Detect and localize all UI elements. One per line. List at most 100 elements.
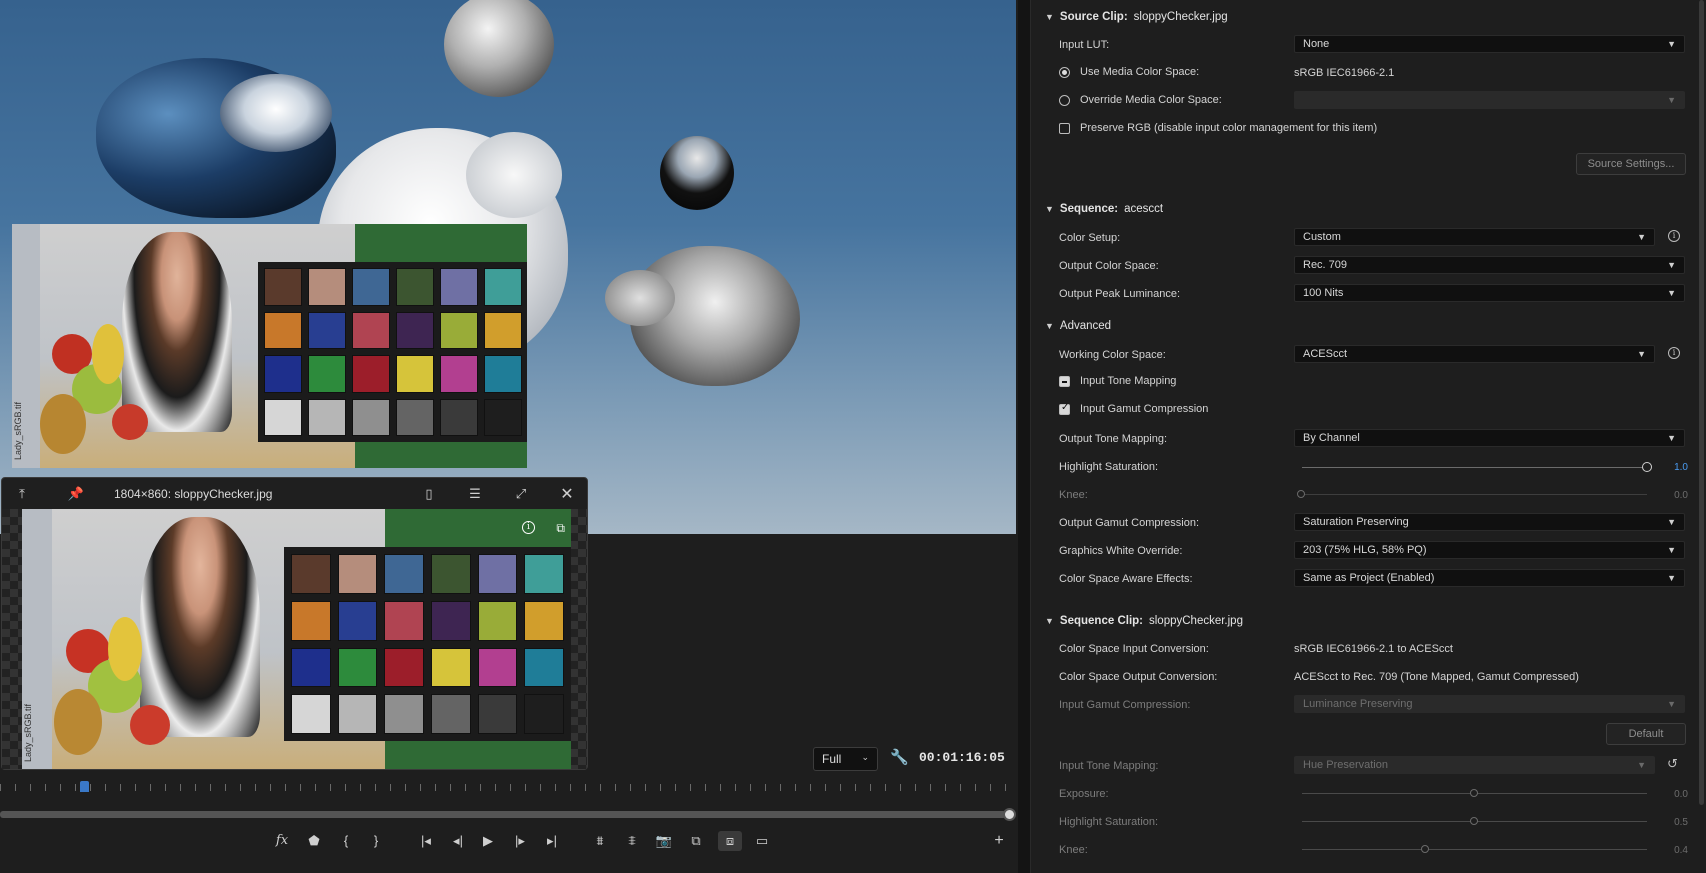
extract-icon[interactable]: ⩨ — [620, 831, 644, 851]
chevron-down-icon: ▼ — [1667, 517, 1676, 527]
highlight-saturation-knob[interactable] — [1642, 462, 1652, 472]
playhead-handle[interactable] — [80, 781, 89, 792]
add-marker-icon[interactable]: ⬟ — [302, 831, 326, 851]
color-swatch — [431, 600, 471, 641]
compare-icon[interactable]: ⧉ — [556, 521, 565, 536]
chevron-down-icon: ▼ — [1045, 616, 1054, 626]
highlight-saturation-slider[interactable] — [1302, 467, 1647, 468]
color-swatch — [524, 694, 564, 734]
output-conversion-value: ACEScct to Rec. 709 (Tone Mapped, Gamut … — [1294, 671, 1579, 683]
default-button[interactable]: Default — [1606, 723, 1686, 745]
highlight-saturation-label: Highlight Saturation: — [1059, 461, 1159, 473]
step-forward-icon[interactable]: |▸ — [508, 831, 532, 851]
section-advanced[interactable]: ▼ Advanced — [1045, 320, 1111, 332]
knee-clip-knob[interactable] — [1421, 845, 1430, 853]
chevron-down-icon: ▼ — [1045, 321, 1054, 331]
wrench-settings-icon[interactable]: 🔧 — [890, 748, 909, 766]
highlight-saturation-clip-label: Highlight Saturation: — [1059, 816, 1159, 828]
color-space-aware-effects-dropdown[interactable]: Same as Project (Enabled) ▼ — [1294, 569, 1685, 587]
zoom-level-select[interactable]: Full ⌄ — [813, 747, 878, 771]
export-frame-icon[interactable]: 📷 — [652, 831, 676, 851]
go-to-in-icon[interactable]: |◂ — [414, 831, 438, 851]
output-color-space-dropdown[interactable]: Rec. 709 ▼ — [1294, 256, 1685, 274]
color-swatch — [477, 647, 518, 688]
section-sequence-clip[interactable]: ▼ Sequence Clip: sloppyChecker.jpg — [1045, 615, 1243, 627]
zoom-scroll-bar[interactable] — [0, 811, 1006, 818]
input-tone-mapping-checkbox[interactable] — [1059, 376, 1070, 387]
mark-in-icon[interactable]: { — [334, 831, 358, 851]
floating-clip-window: ⤒ 📌 1804×860: sloppyChecker.jpg ▯ ☰ ⤢ ✕ … — [1, 477, 588, 770]
go-to-out-icon[interactable]: ▸| — [540, 831, 564, 851]
floating-window-titlebar[interactable]: ⤒ 📌 1804×860: sloppyChecker.jpg ▯ ☰ ⤢ ✕ — [2, 478, 587, 509]
close-icon[interactable]: ✕ — [557, 484, 577, 504]
panel-scrollbar[interactable] — [1699, 0, 1704, 805]
safe-margins-icon[interactable]: ▭ — [750, 831, 774, 851]
input-gamut-compression-clip-dropdown[interactable]: Luminance Preserving ▼ — [1294, 695, 1685, 713]
graphics-white-override-dropdown[interactable]: 203 (75% HLG, 58% PQ) ▼ — [1294, 541, 1685, 559]
output-gamut-compression-dropdown[interactable]: Saturation Preserving ▼ — [1294, 513, 1685, 531]
list-settings-icon[interactable]: ☰ — [465, 484, 485, 504]
clip-color-checker-chart — [284, 547, 571, 741]
color-swatch — [477, 554, 518, 594]
zoom-scroll-handle[interactable] — [1003, 808, 1016, 821]
section-source-clip[interactable]: ▼ Source Clip: sloppyChecker.jpg — [1045, 11, 1228, 23]
output-tone-mapping-dropdown[interactable]: By Channel ▼ — [1294, 429, 1685, 447]
knee-clip-slider[interactable] — [1302, 849, 1647, 850]
background-photo-clip: Lady_sRGB.tif — [12, 224, 527, 468]
pin-icon[interactable]: 📌 — [66, 484, 86, 504]
comparison-view-icon[interactable]: ⧉ — [684, 831, 708, 851]
color-swatch — [337, 694, 378, 734]
color-swatch — [484, 355, 522, 393]
panel-divider[interactable] — [1018, 0, 1030, 873]
color-swatch — [440, 311, 478, 349]
chevron-down-icon: ▼ — [1667, 288, 1676, 298]
use-media-radio[interactable] — [1059, 67, 1070, 78]
output-peak-luminance-label: Output Peak Luminance: — [1059, 288, 1181, 300]
knee-slider[interactable] — [1302, 494, 1647, 495]
knee-knob[interactable] — [1297, 490, 1305, 498]
input-lut-dropdown[interactable]: None ▼ — [1294, 35, 1685, 53]
time-ruler[interactable] — [0, 780, 1010, 794]
input-gamut-compression-checkbox[interactable] — [1059, 402, 1070, 415]
play-icon[interactable]: ▶ — [476, 831, 500, 851]
output-peak-luminance-dropdown[interactable]: 100 Nits ▼ — [1294, 284, 1685, 302]
color-swatch — [396, 398, 434, 436]
playhead-timecode[interactable]: 00:01:16:05 — [919, 750, 1005, 765]
override-media-radio[interactable] — [1059, 95, 1070, 106]
color-swatch — [264, 311, 302, 349]
export-icon[interactable]: ⤒ — [12, 484, 32, 504]
add-button-icon[interactable]: + — [987, 831, 1011, 851]
chevron-down-icon: ▼ — [1667, 433, 1676, 443]
expand-icon[interactable]: ⤢ — [511, 484, 531, 504]
exposure-knob[interactable] — [1469, 789, 1478, 797]
input-gamut-compression-clip-label: Input Gamut Compression: — [1059, 699, 1191, 711]
input-tone-mapping-clip-label: Input Tone Mapping: — [1059, 760, 1159, 772]
chevron-down-icon: ▼ — [1045, 12, 1054, 22]
preserve-rgb-label: Preserve RGB (disable input color manage… — [1080, 122, 1378, 134]
source-settings-button[interactable]: Source Settings... — [1576, 153, 1686, 175]
override-media-dropdown[interactable]: ▼ — [1294, 91, 1685, 109]
info-icon[interactable]: i — [1668, 230, 1680, 242]
highlight-saturation-clip-knob[interactable] — [1469, 817, 1478, 825]
info-icon[interactable]: i — [522, 521, 535, 534]
document-icon[interactable]: ▯ — [419, 484, 439, 504]
working-color-space-label: Working Color Space: — [1059, 349, 1166, 361]
toggle-proxies-icon[interactable]: ⧈ — [718, 831, 742, 851]
color-swatch — [524, 647, 564, 688]
lift-icon[interactable]: ⩩ — [588, 831, 612, 851]
step-back-icon[interactable]: ◂| — [446, 831, 470, 851]
color-setup-dropdown[interactable]: Custom ▼ — [1294, 228, 1655, 246]
clip-side-caption: Lady_sRGB.tif — [23, 703, 33, 762]
fx-icon[interactable]: fx — [270, 831, 294, 851]
section-sequence[interactable]: ▼ Sequence: acescct — [1045, 203, 1163, 215]
color-space-aware-effects-label: Color Space Aware Effects: — [1059, 573, 1193, 585]
video-viewer[interactable]: Lady_sRGB.tif — [0, 0, 1016, 534]
color-swatch — [337, 554, 378, 594]
reset-icon[interactable]: ↺ — [1667, 756, 1678, 772]
input-tone-mapping-clip-dropdown[interactable]: Hue Preservation ▼ — [1294, 756, 1655, 774]
preserve-rgb-checkbox[interactable] — [1059, 123, 1070, 134]
mark-out-icon[interactable]: } — [364, 831, 388, 851]
info-icon[interactable]: i — [1668, 347, 1680, 359]
knee-clip-value: 0.4 — [1674, 845, 1688, 856]
working-color-space-dropdown[interactable]: ACEScct ▼ — [1294, 345, 1655, 363]
